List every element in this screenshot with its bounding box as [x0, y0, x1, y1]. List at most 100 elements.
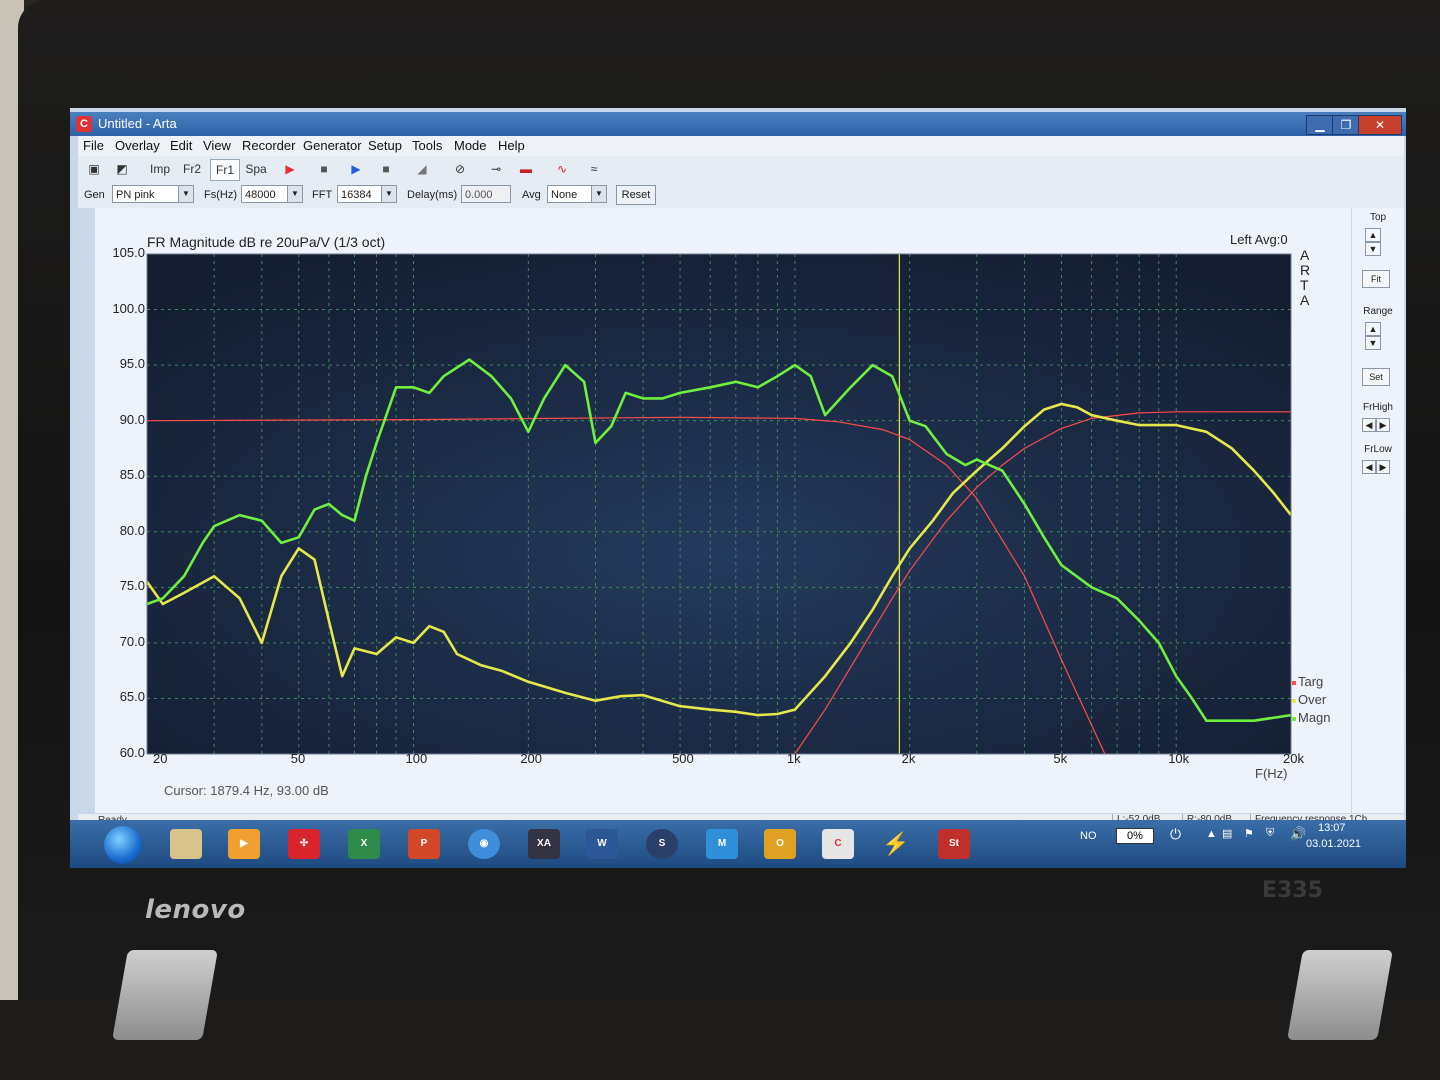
arta-taskbar-icon[interactable]: C: [822, 829, 854, 859]
tray-network-icon[interactable]: ▤: [1222, 827, 1232, 840]
menu-overlay[interactable]: Overlay: [115, 138, 160, 153]
plot-area: [147, 254, 1291, 754]
screen: C Untitled - Arta ▁ ❐ ✕ File Overlay Edi…: [70, 108, 1406, 868]
meter-icon[interactable]: ▬: [516, 159, 536, 179]
delay-field[interactable]: 0.000: [461, 185, 511, 203]
cable-icon[interactable]: ⊸: [486, 159, 506, 179]
m-app-icon[interactable]: M: [706, 829, 738, 859]
sonos-icon[interactable]: S: [646, 829, 678, 859]
lightning-icon[interactable]: ⚡: [880, 829, 912, 859]
arta-letter: A: [1300, 247, 1310, 263]
fr1-mode-button[interactable]: Fr1: [210, 159, 240, 181]
fit-button[interactable]: Fit: [1362, 270, 1390, 288]
maximize-button[interactable]: ❐: [1332, 115, 1360, 135]
battery-percent[interactable]: 0%: [1116, 828, 1154, 844]
save-icon[interactable]: ◩: [112, 159, 132, 179]
chart-title: FR Magnitude dB re 20uPa/V (1/3 oct): [147, 234, 386, 250]
menu-edit[interactable]: Edit: [170, 138, 192, 153]
power-icon[interactable]: ⏻: [1170, 826, 1181, 843]
grid-app-icon[interactable]: ✣: [288, 829, 320, 859]
avg-select-value: None: [551, 189, 578, 201]
chevron-down-icon: ▼: [287, 186, 302, 202]
frlow-right-button[interactable]: ▶: [1376, 460, 1390, 474]
gen-label: Gen: [84, 189, 105, 201]
open-icon[interactable]: ▣: [84, 159, 104, 179]
y-tick-label: 100.0: [112, 300, 145, 316]
avg-label: Avg: [522, 189, 541, 201]
frhigh-right-button[interactable]: ▶: [1376, 418, 1390, 432]
volume-icon[interactable]: 🔊: [1290, 826, 1306, 842]
x-tick-label: 5k: [1053, 751, 1068, 766]
tray-flag-icon[interactable]: ⚑: [1244, 827, 1254, 840]
abc-icon[interactable]: ◢: [412, 159, 432, 179]
avg-select[interactable]: None ▼: [547, 185, 607, 203]
frhigh-left-button[interactable]: ◀: [1362, 418, 1376, 432]
gen-select[interactable]: PN pink ▼: [112, 185, 194, 203]
frlow-left-button[interactable]: ◀: [1362, 460, 1376, 474]
menu-view[interactable]: View: [203, 138, 231, 153]
menu-recorder[interactable]: Recorder: [242, 138, 295, 153]
excel-icon[interactable]: X: [348, 829, 380, 859]
model-label: E335: [1262, 878, 1323, 903]
x-axis-unit: F(Hz): [1255, 766, 1288, 781]
explorer-icon[interactable]: [170, 829, 202, 859]
impulse-mode-button[interactable]: Imp: [146, 159, 174, 179]
wave-icon[interactable]: ≈: [584, 159, 604, 179]
scope-icon[interactable]: ∿: [552, 159, 572, 179]
set-button[interactable]: Set: [1362, 368, 1390, 386]
start-button[interactable]: [104, 826, 142, 864]
y-tick-label: 105.0: [112, 245, 145, 260]
play-icon[interactable]: ▶: [346, 159, 366, 179]
top-down-button[interactable]: ▼: [1365, 242, 1381, 256]
x-tick-label: 20k: [1283, 751, 1304, 766]
legend-swatch: [1292, 680, 1296, 685]
menu-bar: File Overlay Edit View Recorder Generato…: [78, 136, 1404, 156]
chevron-down-icon: ▼: [178, 186, 193, 202]
arta-vertical-label: A R T A: [1300, 248, 1310, 308]
app-icon: C: [76, 116, 92, 132]
outlook-icon[interactable]: O: [764, 829, 796, 859]
steps-app-icon[interactable]: St: [938, 829, 970, 859]
x-tick-label: 10k: [1168, 751, 1190, 766]
top-up-button[interactable]: ▲: [1365, 228, 1381, 242]
x-tick-label: 200: [520, 751, 543, 766]
fft-select[interactable]: 16384 ▼: [337, 185, 397, 203]
hinge-right: [1287, 950, 1393, 1040]
menu-tools[interactable]: Tools: [412, 138, 442, 153]
pause-icon[interactable]: ■: [314, 159, 334, 179]
media-player-icon[interactable]: ▶: [228, 829, 260, 859]
clock-time[interactable]: 13:07: [1318, 822, 1346, 834]
spectrum-mode-button[interactable]: Spa: [242, 159, 270, 179]
grid-icon[interactable]: ⊘: [450, 159, 470, 179]
xa-app-icon[interactable]: XA: [528, 829, 560, 859]
tray-security-icon[interactable]: ⛨: [1266, 827, 1274, 840]
language-indicator[interactable]: NO: [1080, 830, 1097, 842]
range-down-button[interactable]: ▼: [1365, 336, 1381, 350]
clock-date[interactable]: 03.01.2021: [1306, 838, 1361, 850]
frequency-response-chart[interactable]: [95, 208, 1351, 813]
stop-icon[interactable]: ■: [376, 159, 396, 179]
menu-mode[interactable]: Mode: [454, 138, 487, 153]
close-button[interactable]: ✕: [1358, 115, 1402, 135]
reset-button[interactable]: Reset: [616, 185, 656, 205]
gen-select-value: PN pink: [116, 189, 155, 201]
minimize-button[interactable]: ▁: [1306, 115, 1334, 135]
menu-help[interactable]: Help: [498, 138, 525, 153]
media-center-icon[interactable]: ◉: [468, 829, 500, 859]
menu-setup[interactable]: Setup: [368, 138, 402, 153]
word-icon[interactable]: W: [586, 829, 618, 859]
menu-generator[interactable]: Generator: [303, 138, 362, 153]
fs-select[interactable]: 48000 ▼: [241, 185, 303, 203]
legend-magn: Magn: [1292, 710, 1331, 725]
range-up-button[interactable]: ▲: [1365, 322, 1381, 336]
tray-arrow-icon[interactable]: ▲: [1206, 828, 1217, 840]
legend-label: Magn: [1298, 710, 1331, 725]
record-icon[interactable]: ▶: [280, 159, 300, 179]
x-tick-label: 100: [405, 751, 428, 766]
x-tick-label: 50: [290, 751, 306, 766]
frlow-label: FrLow: [1364, 444, 1392, 455]
frhigh-label: FrHigh: [1362, 402, 1393, 413]
fr2-mode-button[interactable]: Fr2: [178, 159, 206, 179]
powerpoint-icon[interactable]: P: [408, 829, 440, 859]
menu-file[interactable]: File: [83, 138, 104, 153]
